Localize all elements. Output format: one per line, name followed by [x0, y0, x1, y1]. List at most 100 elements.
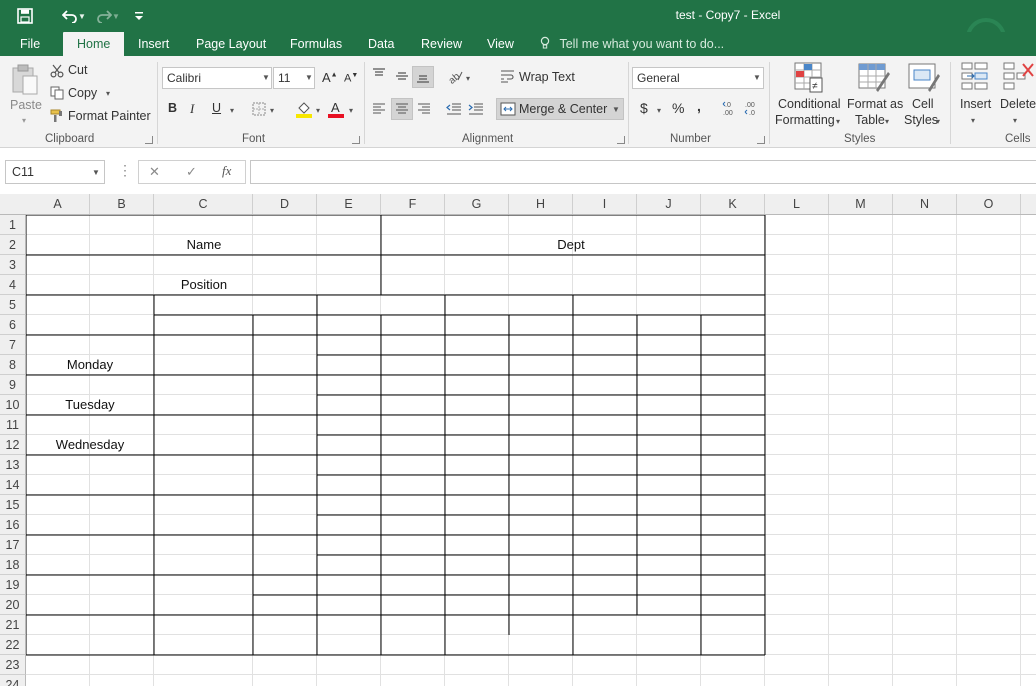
- italic-button[interactable]: I: [190, 101, 194, 117]
- align-left-icon[interactable]: [372, 103, 386, 118]
- row-header-2[interactable]: 2: [0, 235, 26, 255]
- tab-review[interactable]: Review: [421, 32, 462, 56]
- delete-cells-button[interactable]: Delete: [1000, 97, 1036, 111]
- row-header-8[interactable]: 8: [0, 355, 26, 375]
- worksheet-grid[interactable]: Name Dept Position Monday Tuesday Wednes…: [26, 215, 1036, 686]
- row-header-17[interactable]: 17: [0, 535, 26, 555]
- copy-icon[interactable]: [50, 86, 64, 103]
- currency-dropdown-icon[interactable]: ▾: [657, 106, 661, 115]
- paste-dropdown-icon[interactable]: ▾: [22, 116, 26, 125]
- name-box[interactable]: C11: [5, 160, 105, 184]
- borders-icon[interactable]: [252, 102, 266, 119]
- align-right-icon[interactable]: [417, 103, 431, 118]
- conditional-formatting-button-line2[interactable]: Formatting: [775, 113, 835, 127]
- enter-entry-icon[interactable]: ✓: [186, 164, 197, 180]
- copy-button[interactable]: Copy: [68, 86, 97, 100]
- shrink-font-icon[interactable]: A▼: [344, 72, 358, 85]
- column-header-k[interactable]: K: [701, 194, 765, 214]
- column-header-l[interactable]: L: [765, 194, 829, 214]
- number-format-select[interactable]: General: [632, 67, 764, 89]
- insert-cells-icon[interactable]: [961, 62, 989, 95]
- align-center-icon[interactable]: [395, 103, 409, 118]
- row-header-13[interactable]: 13: [0, 455, 26, 475]
- format-painter-button[interactable]: Format Painter: [68, 109, 151, 123]
- column-header-i[interactable]: I: [573, 194, 637, 214]
- cell-styles-button-line2[interactable]: Styles: [904, 113, 938, 127]
- orientation-icon[interactable]: ab: [446, 68, 464, 87]
- tell-me-box[interactable]: Tell me what you want to do...: [540, 32, 724, 56]
- cell-monday-label[interactable]: Monday: [40, 357, 140, 372]
- wrap-text-button[interactable]: Wrap Text: [519, 70, 575, 84]
- bold-button[interactable]: B: [168, 101, 177, 115]
- cell-styles-button[interactable]: Cell: [912, 97, 934, 111]
- column-header-a[interactable]: A: [26, 194, 90, 214]
- row-header-14[interactable]: 14: [0, 475, 26, 495]
- row-header-4[interactable]: 4: [0, 275, 26, 295]
- paste-icon[interactable]: [11, 64, 39, 99]
- clipboard-launcher-icon[interactable]: [145, 136, 153, 144]
- font-size-dropdown-icon[interactable]: ▼: [305, 73, 313, 82]
- row-header-3[interactable]: 3: [0, 255, 26, 275]
- row-header-1[interactable]: 1: [0, 215, 26, 235]
- column-header-b[interactable]: B: [90, 194, 154, 214]
- percent-button[interactable]: %: [672, 100, 684, 116]
- align-middle-icon[interactable]: [395, 70, 409, 85]
- row-header-22[interactable]: 22: [0, 635, 26, 655]
- row-header-9[interactable]: 9: [0, 375, 26, 395]
- row-header-16[interactable]: 16: [0, 515, 26, 535]
- cut-button[interactable]: Cut: [68, 63, 87, 77]
- column-header-e[interactable]: E: [317, 194, 381, 214]
- comma-style-button[interactable]: ,: [697, 98, 701, 114]
- cancel-entry-icon[interactable]: ✕: [149, 164, 160, 180]
- column-header-g[interactable]: G: [445, 194, 509, 214]
- cut-icon[interactable]: [50, 64, 64, 81]
- format-as-table-button-line2[interactable]: Table: [855, 113, 885, 127]
- decrease-indent-icon[interactable]: [446, 102, 462, 119]
- increase-indent-icon[interactable]: [468, 102, 484, 119]
- insert-cells-dropdown-icon[interactable]: ▾: [971, 116, 975, 125]
- name-box-dropdown-icon[interactable]: ▼: [92, 168, 100, 177]
- tab-file[interactable]: File: [20, 32, 40, 56]
- cell-name-label[interactable]: Name: [154, 237, 254, 252]
- decrease-decimal-icon[interactable]: .00.0: [744, 100, 760, 119]
- align-bottom-icon[interactable]: [416, 72, 430, 87]
- insert-function-icon[interactable]: fx: [222, 163, 231, 179]
- row-header-7[interactable]: 7: [0, 335, 26, 355]
- column-header-f[interactable]: F: [381, 194, 445, 214]
- cell-wednesday-label[interactable]: Wednesday: [40, 437, 140, 452]
- currency-button[interactable]: $: [640, 100, 648, 116]
- row-header-20[interactable]: 20: [0, 595, 26, 615]
- column-header-j[interactable]: J: [637, 194, 701, 214]
- format-as-table-dropdown-icon[interactable]: ▾: [885, 117, 889, 126]
- delete-cells-icon[interactable]: [1003, 62, 1035, 95]
- column-header-d[interactable]: D: [253, 194, 317, 214]
- font-launcher-icon[interactable]: [352, 136, 360, 144]
- conditional-formatting-dropdown-icon[interactable]: ▾: [836, 117, 840, 126]
- row-header-23[interactable]: 23: [0, 655, 26, 675]
- column-header-m[interactable]: M: [829, 194, 893, 214]
- orientation-dropdown-icon[interactable]: ▾: [466, 74, 470, 83]
- formula-input[interactable]: [250, 160, 1036, 184]
- tab-home[interactable]: Home: [63, 32, 125, 57]
- column-header-c[interactable]: C: [154, 194, 253, 214]
- row-header-21[interactable]: 21: [0, 615, 26, 635]
- format-as-table-button[interactable]: Format as: [847, 97, 903, 111]
- copy-dropdown-icon[interactable]: ▾: [106, 89, 110, 98]
- row-header-24[interactable]: 24: [0, 675, 26, 686]
- align-top-icon[interactable]: [372, 68, 386, 83]
- row-header-11[interactable]: 11: [0, 415, 26, 435]
- cell-tuesday-label[interactable]: Tuesday: [40, 397, 140, 412]
- insert-cells-button[interactable]: Insert: [960, 97, 991, 111]
- conditional-formatting-button[interactable]: Conditional: [778, 97, 841, 111]
- cell-styles-icon[interactable]: [908, 62, 940, 97]
- number-launcher-icon[interactable]: [757, 136, 765, 144]
- underline-dropdown-icon[interactable]: ▾: [230, 106, 234, 115]
- row-header-15[interactable]: 15: [0, 495, 26, 515]
- row-header-5[interactable]: 5: [0, 295, 26, 315]
- column-header-o[interactable]: O: [957, 194, 1021, 214]
- row-header-18[interactable]: 18: [0, 555, 26, 575]
- paste-button[interactable]: Paste: [10, 98, 42, 112]
- increase-decimal-icon[interactable]: .0.00: [722, 100, 738, 119]
- tab-data[interactable]: Data: [368, 32, 394, 56]
- delete-cells-dropdown-icon[interactable]: ▾: [1013, 116, 1017, 125]
